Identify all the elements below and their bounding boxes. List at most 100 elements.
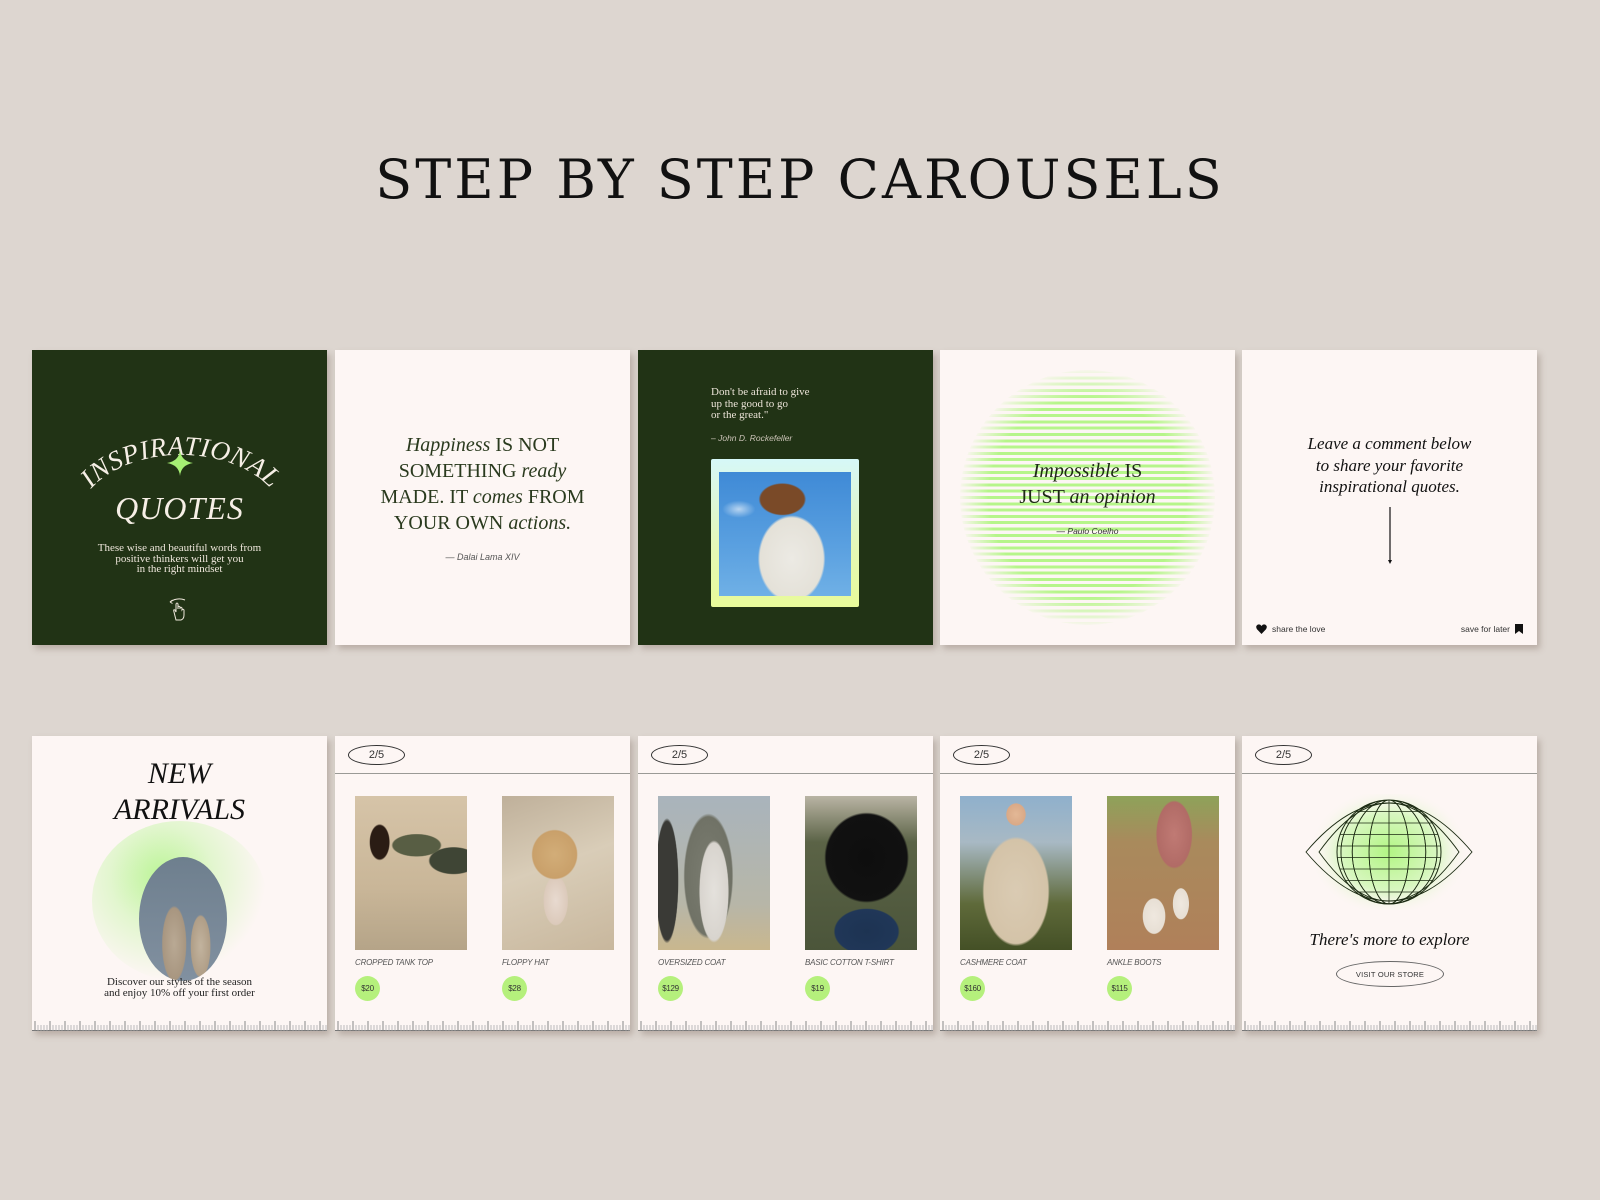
quote-line: Impossible IS [940, 458, 1235, 484]
ruler-decoration [638, 1021, 933, 1031]
cta-line: to share your favorite [1315, 455, 1464, 475]
quote-text: Happiness IS NOT SOMETHING ready MADE. IT … [335, 432, 630, 536]
cta-line: Leave a comment below [1307, 434, 1472, 453]
card-products-1[interactable]: 2/5 CROPPED TANK TOP $20 FLOPPY HAT $28 [335, 736, 630, 1031]
product-name: BASIC COTTON T-SHIRT [805, 958, 894, 967]
card-products-2[interactable]: 2/5 OVERSIZED COAT $129 BASIC COTTON T-SHIR… [638, 736, 933, 1031]
ruler-decoration [940, 1021, 1235, 1031]
quote-author: — Paulo Coelho [1056, 526, 1119, 536]
card-happiness-quote[interactable]: Happiness IS NOT SOMETHING ready MADE. IT … [335, 350, 630, 645]
heart-icon [1256, 624, 1267, 634]
quote-line: MADE. IT comes FROM [335, 484, 630, 510]
card-impossible-quote[interactable]: Impossible IS JUST an opinion — Paulo Coe… [940, 350, 1235, 645]
quote-emphasis: ready [521, 460, 567, 482]
card-products-3[interactable]: 2/5 CASHMERE COAT $160 ANKLE BOOTS $115 [940, 736, 1235, 1031]
ruler-decoration [1242, 1021, 1537, 1031]
swipe-hand-icon[interactable] [167, 596, 191, 622]
description-line: Discover our styles of the season [106, 976, 253, 988]
card-header: 2/5 [638, 736, 933, 774]
product-photo[interactable] [355, 796, 467, 950]
price-badge: $115 [1107, 976, 1132, 1001]
product-name: OVERSIZED COAT [658, 958, 726, 967]
product-item[interactable]: ANKLE BOOTS $115 [1107, 796, 1219, 1001]
quote-line: Happiness IS NOT [335, 432, 630, 458]
quote-segment: IS NOT [490, 434, 560, 456]
quote-segment: SOMETHING [398, 460, 522, 482]
ruler-decoration [32, 1021, 327, 1031]
card-leave-comment[interactable]: Leave a comment below to share your favo… [1242, 350, 1537, 645]
card-rockefeller-quote[interactable]: Don't be afraid to give up the good to g… [638, 350, 933, 645]
product-photo[interactable] [805, 796, 917, 950]
description-line: in the right mindset [136, 563, 223, 575]
product-photo[interactable] [502, 796, 614, 950]
price-badge: $19 [805, 976, 830, 1001]
quote-emphasis: Happiness [405, 434, 491, 456]
quote-emphasis: comes [472, 486, 523, 508]
globe-eye-icon [1305, 794, 1473, 910]
cta-text: Leave a comment below to share your favo… [1242, 433, 1537, 498]
product-item[interactable]: CROPPED TANK TOP $20 [355, 796, 467, 1001]
product-item[interactable]: OVERSIZED COAT $129 [658, 796, 770, 1001]
page-indicator: 2/5 [953, 745, 1010, 765]
card-header: 2/5 [335, 736, 630, 774]
quote-text: Impossible IS JUST an opinion [940, 458, 1235, 510]
product-photo[interactable] [1107, 796, 1219, 950]
quote-line: or the great." [711, 409, 769, 421]
card-new-arrivals[interactable]: NEW ARRIVALS Discover our styles of the … [32, 736, 327, 1031]
quote-author: – John D. Rockefeller [711, 433, 793, 443]
product-name: ANKLE BOOTS [1107, 958, 1162, 967]
card-header: 2/5 [1242, 736, 1537, 774]
cover-description: These wise and beautiful words from posi… [32, 543, 327, 575]
new-arrivals-description: Discover our styles of the season and en… [32, 977, 327, 998]
product-name: CASHMERE COAT [960, 958, 1027, 967]
visit-our-store-button[interactable]: VISIT OUR STORE [1336, 961, 1444, 987]
page-title: STEP BY STEP CAROUSELS [375, 148, 1225, 211]
phone-frame [711, 459, 859, 607]
explore-text: There's more to explore [1309, 930, 1470, 949]
price-badge: $20 [355, 976, 380, 1001]
product-name: CROPPED TANK TOP [355, 958, 433, 967]
cta-line: inspirational quotes. [1319, 477, 1460, 496]
quote-line: YOUR OWN actions. [335, 510, 630, 536]
quote-line: Don't be afraid to give [711, 386, 810, 398]
price-badge: $28 [502, 976, 527, 1001]
quote-emphasis: an opinion [1069, 486, 1156, 508]
product-item[interactable]: FLOPPY HAT $28 [502, 796, 614, 1001]
quote-segment: IS [1119, 460, 1143, 482]
save-for-later-button[interactable]: save for later [1461, 624, 1523, 634]
product-item[interactable]: BASIC COTTON T-SHIRT $19 [805, 796, 917, 1001]
ruler-decoration [335, 1021, 630, 1031]
quote-line: JUST an opinion [940, 484, 1235, 510]
card-explore-store[interactable]: 2/5 There's more to explore VISIT OUR ST… [1242, 736, 1537, 1031]
price-badge: $160 [960, 976, 985, 1001]
title-line: NEW [147, 757, 212, 790]
page-indicator: 2/5 [348, 745, 405, 765]
card-inspirational-quotes-cover[interactable]: INSPIRATIONAL QUOTES These wise and beau… [32, 350, 327, 645]
quote-line: SOMETHING ready [335, 458, 630, 484]
share-label: share the love [1272, 624, 1326, 634]
woman-in-white-suit-photo [719, 472, 851, 596]
product-item[interactable]: CASHMERE COAT $160 [960, 796, 1072, 1001]
quote-author: — Dalai Lama XIV [445, 552, 520, 562]
models-in-trench-coats-photo [139, 857, 227, 981]
price-badge: $129 [658, 976, 683, 1001]
title-quotes: QUOTES [115, 490, 244, 526]
page-indicator: 2/5 [1255, 745, 1312, 765]
save-label: save for later [1460, 624, 1510, 634]
product-photo[interactable] [658, 796, 770, 950]
quote-segment: FROM [522, 486, 585, 508]
bookmark-icon [1515, 624, 1523, 634]
card-header: 2/5 [940, 736, 1235, 774]
quote-emphasis: Impossible [1032, 460, 1120, 482]
arrow-down-icon [1388, 507, 1392, 564]
share-the-love-button[interactable]: share the love [1256, 624, 1325, 634]
page-indicator: 2/5 [651, 745, 708, 765]
product-photo[interactable] [960, 796, 1072, 950]
card-footer: share the love save for later [1256, 624, 1523, 634]
quote-segment: MADE. IT [380, 486, 473, 508]
sparkle-icon [167, 450, 193, 476]
product-name: FLOPPY HAT [502, 958, 550, 967]
quote-segment: YOUR OWN [393, 512, 509, 534]
description-line: These wise and beautiful words from [97, 542, 262, 554]
quote-segment: JUST [1019, 486, 1070, 508]
